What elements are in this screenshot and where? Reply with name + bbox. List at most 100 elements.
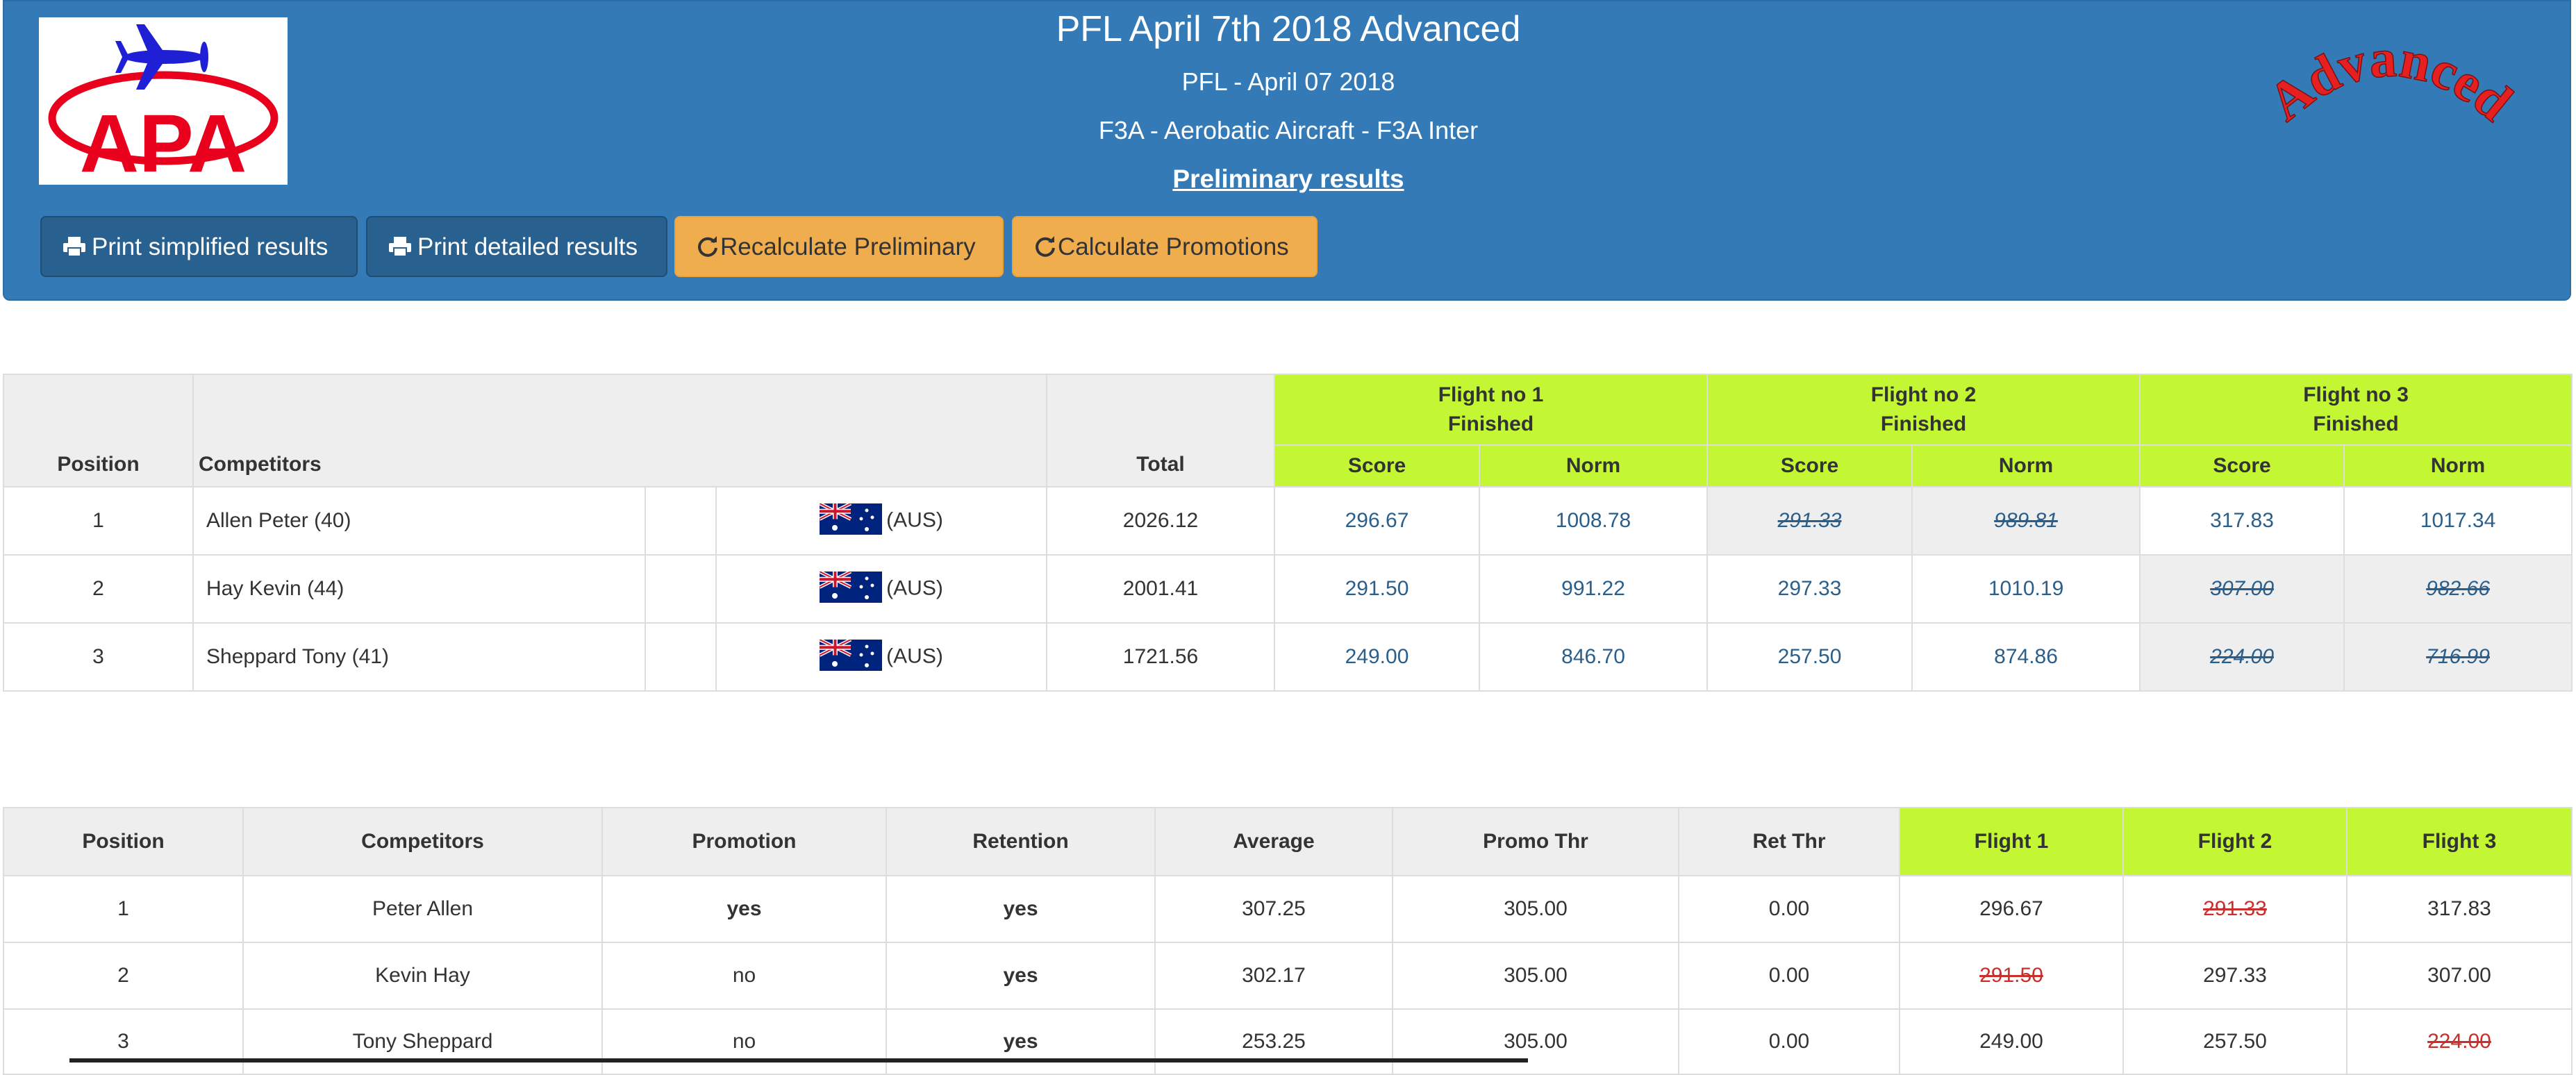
print-icon: [389, 236, 411, 257]
flight-2-score[interactable]: 297.33: [1706, 554, 1913, 624]
print-detailed-button[interactable]: Print detailed results: [366, 216, 667, 277]
promotion-table: Position Competitors Promotion Retention…: [3, 807, 2573, 1075]
flight-1-score[interactable]: 291.50: [1274, 554, 1481, 624]
results-row: 3 Sheppard Tony (41) (AUS) 1721.56 249.00 846…: [3, 622, 2573, 692]
flight-2-header: Flight no 2 Finished: [1706, 374, 2141, 446]
flight-1-score[interactable]: 249.00: [1274, 622, 1481, 692]
spacer-cell: [645, 622, 717, 692]
flight-3-header: Flight 3: [2346, 807, 2573, 876]
preliminary-results-link[interactable]: Preliminary results: [4, 162, 2573, 196]
score-header: Score: [1706, 444, 1913, 488]
flight-2-score[interactable]: 291.33: [1706, 486, 1913, 556]
promo-thr-cell: 305.00: [1392, 1008, 1679, 1075]
country-code: (AUS): [886, 644, 943, 667]
flight-3-norm[interactable]: 716.99: [2343, 622, 2573, 692]
flight2-cell: 257.50: [2122, 1008, 2348, 1075]
flight1-cell: 249.00: [1899, 1008, 2124, 1075]
flight3-cell: 224.00: [2346, 1008, 2573, 1075]
bottom-scrollbar[interactable]: [69, 1058, 1528, 1062]
competitor-name: Allen Peter (40): [192, 486, 646, 556]
position-cell: 1: [3, 486, 194, 556]
stamp-text: Advanced: [2256, 28, 2524, 133]
total-cell: 2001.41: [1046, 554, 1276, 624]
promotion-row: 3 Tony Sheppard no yes 253.25 305.00 0.00 249.0…: [3, 1008, 2573, 1075]
page-title: PFL April 7th 2018 Advanced: [1056, 9, 1521, 49]
position-cell: 2: [3, 554, 194, 624]
print-simplified-button[interactable]: Print simplified results: [40, 216, 358, 277]
name-cell: Peter Allen: [242, 875, 603, 943]
flight-3-score[interactable]: 307.00: [2139, 554, 2345, 624]
average-cell: 307.25: [1154, 875, 1393, 943]
name-cell: Kevin Hay: [242, 942, 603, 1010]
header-banner: APA PFL April 7th 2018 Advanced PFL - Ap…: [3, 0, 2571, 301]
flight-3-norm[interactable]: 982.66: [2343, 554, 2573, 624]
promotion-cell: no: [601, 942, 887, 1010]
results-row: 1 Allen Peter (40) (AUS) 2026.12 296.67 1008.…: [3, 486, 2573, 556]
promotion-row: 1 Peter Allen yes yes 307.25 305.00 0.00 296.67…: [3, 875, 2573, 943]
average-cell: 253.25: [1154, 1008, 1393, 1075]
promotion-header: Promotion: [601, 807, 887, 876]
country-code: (AUS): [886, 508, 943, 531]
norm-header: Norm: [2343, 444, 2573, 488]
flight3-cell: 307.00: [2346, 942, 2573, 1010]
australia-flag-icon: [820, 639, 883, 671]
refresh-icon: [698, 235, 717, 257]
recalculate-preliminary-button[interactable]: Recalculate Preliminary: [674, 216, 1004, 277]
ret-thr-cell: 0.00: [1678, 875, 1900, 943]
flight-1-norm[interactable]: 1008.78: [1479, 486, 1709, 556]
print-detailed-label: Print detailed results: [417, 233, 638, 260]
average-cell: 302.17: [1154, 942, 1393, 1010]
event-subtitle: PFL - April 07 2018: [1181, 67, 1395, 96]
calculate-promotions-button[interactable]: Calculate Promotions: [1012, 216, 1318, 277]
position-header: Position: [3, 807, 244, 876]
promotion-row: 2 Kevin Hay no yes 302.17 305.00 0.00 291.50 297…: [3, 942, 2573, 1010]
position-cell: 3: [3, 1008, 244, 1075]
spacer-cell: [645, 486, 717, 556]
flight-1-score[interactable]: 296.67: [1274, 486, 1481, 556]
ret-thr-header: Ret Thr: [1678, 807, 1900, 876]
country-cell: (AUS): [715, 622, 1048, 692]
flight-2-norm[interactable]: 874.86: [1911, 622, 2141, 692]
flight-3-norm[interactable]: 1017.34: [2343, 486, 2573, 556]
flight2-cell: 297.33: [2122, 942, 2348, 1010]
advanced-stamp: Advanced: [2256, 28, 2524, 133]
promo-thr-cell: 305.00: [1392, 875, 1679, 943]
position-cell: 3: [3, 622, 194, 692]
flight-2-score[interactable]: 257.50: [1706, 622, 1913, 692]
print-simplified-label: Print simplified results: [92, 233, 329, 260]
flight-3-score[interactable]: 224.00: [2139, 622, 2345, 692]
ret-thr-cell: 0.00: [1678, 1008, 1900, 1075]
position-cell: 2: [3, 942, 244, 1010]
flight-1-norm[interactable]: 846.70: [1479, 622, 1709, 692]
score-header: Score: [1274, 444, 1481, 488]
refresh-icon: [1036, 235, 1055, 257]
norm-header: Norm: [1479, 444, 1709, 488]
competitors-header: Competitors: [192, 374, 1048, 488]
print-icon: [63, 236, 85, 257]
flight-3-score[interactable]: 317.83: [2139, 486, 2345, 556]
event-category: F3A - Aerobatic Aircraft - F3A Inter: [1098, 116, 1479, 144]
total-cell: 1721.56: [1046, 622, 1276, 692]
flight-2-norm[interactable]: 1010.19: [1911, 554, 2141, 624]
australia-flag-icon: [820, 571, 883, 603]
total-header: Total: [1046, 374, 1276, 488]
flight-1-norm[interactable]: 991.22: [1479, 554, 1709, 624]
flight1-cell: 291.50: [1899, 942, 2124, 1010]
flight-2-norm[interactable]: 989.81: [1911, 486, 2141, 556]
country-code: (AUS): [886, 576, 943, 599]
position-header: Position: [3, 374, 194, 488]
recalculate-label: Recalculate Preliminary: [720, 233, 976, 260]
competitors-header: Competitors: [242, 807, 603, 876]
retention-cell: yes: [886, 1008, 1156, 1075]
retention-cell: yes: [886, 942, 1156, 1010]
position-cell: 1: [3, 875, 244, 943]
promo-thr-header: Promo Thr: [1392, 807, 1679, 876]
promotion-cell: no: [601, 1008, 887, 1075]
spacer-cell: [645, 554, 717, 624]
norm-header: Norm: [1911, 444, 2141, 488]
promotion-cell: yes: [601, 875, 887, 943]
flight-1-header: Flight no 1 Finished: [1274, 374, 1709, 446]
flight3-cell: 317.83: [2346, 875, 2573, 943]
country-cell: (AUS): [715, 486, 1048, 556]
flight-3-header: Flight no 3 Finished: [2139, 374, 2573, 446]
